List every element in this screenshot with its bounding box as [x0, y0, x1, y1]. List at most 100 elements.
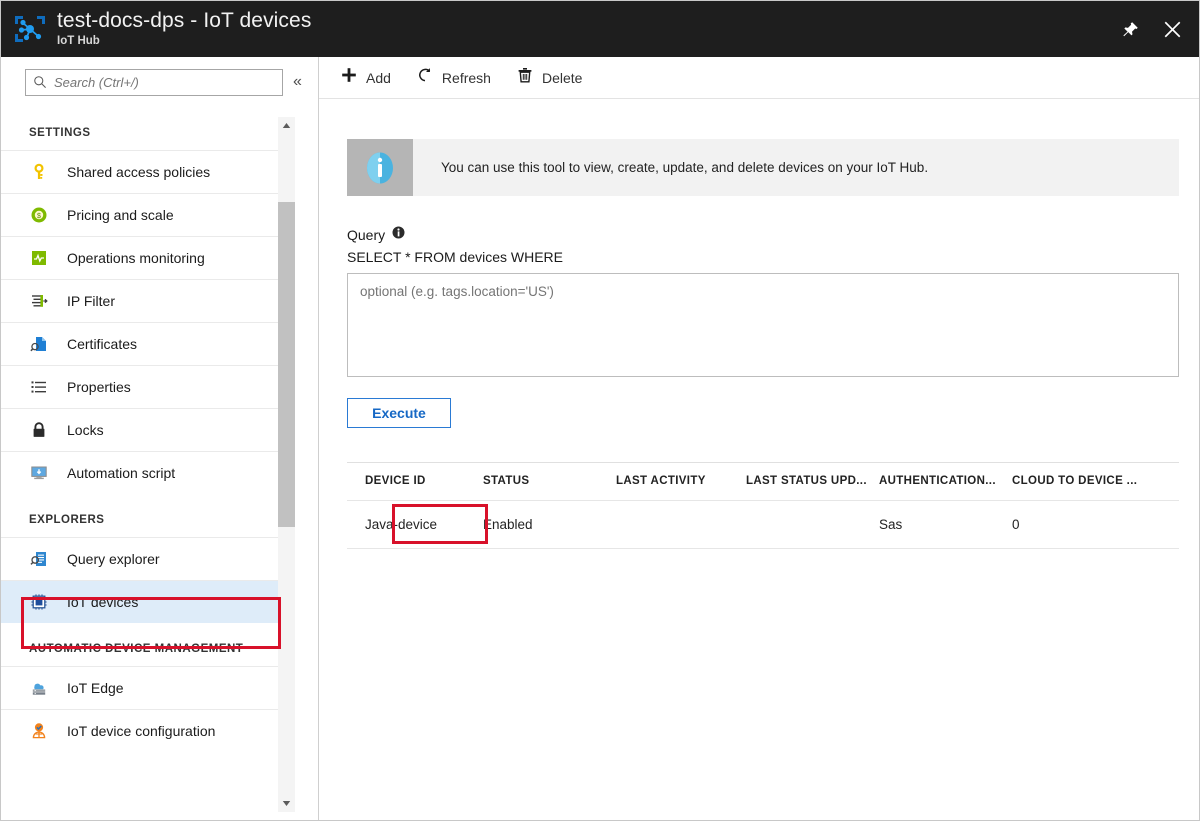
table-header-row: DEVICE ID STATUS LAST ACTIVITY LAST STAT…	[347, 463, 1179, 501]
sidebar-scrollbar-thumb[interactable]	[278, 202, 295, 527]
sidebar-item-iot-edge[interactable]: IoT Edge	[1, 666, 279, 709]
devices-table: DEVICE ID STATUS LAST ACTIVITY LAST STAT…	[347, 462, 1179, 549]
add-button[interactable]: Add	[341, 62, 391, 94]
scroll-up-arrow-icon[interactable]	[278, 117, 295, 134]
add-button-label: Add	[366, 70, 391, 86]
scroll-down-arrow-icon[interactable]	[278, 795, 295, 812]
sidebar-item-ip-filter[interactable]: IP Filter	[1, 279, 279, 322]
info-banner: You can use this tool to view, create, u…	[347, 139, 1179, 196]
query-label-row: Query	[347, 226, 1179, 244]
column-header-authentication[interactable]: AUTHENTICATION...	[879, 463, 1012, 501]
sidebar-item-label: Automation script	[67, 466, 175, 480]
certificate-icon	[29, 334, 49, 354]
sidebar-item-iot-device-configuration[interactable]: IoT device configuration	[1, 709, 279, 752]
sidebar: « SETTINGS	[1, 57, 319, 821]
iot-edge-icon	[29, 678, 49, 698]
sidebar-nav-list: SETTINGS Shared access policies	[1, 107, 279, 752]
iot-hub-icon	[13, 12, 47, 46]
key-icon	[29, 162, 49, 182]
sidebar-item-automation-script[interactable]: Automation script	[1, 451, 279, 494]
price-tag-icon: $	[29, 205, 49, 225]
sidebar-item-label: IoT device configuration	[67, 724, 215, 738]
search-box[interactable]	[25, 69, 283, 96]
sidebar-item-certificates[interactable]: Certificates	[1, 322, 279, 365]
sidebar-item-properties[interactable]: Properties	[1, 365, 279, 408]
column-header-cloud-to-device[interactable]: CLOUD TO DEVICE ...	[1012, 463, 1179, 501]
sidebar-item-query-explorer[interactable]: Query explorer	[1, 537, 279, 580]
column-header-last-activity[interactable]: LAST ACTIVITY	[616, 463, 746, 501]
execute-button[interactable]: Execute	[347, 398, 451, 428]
sidebar-item-label: Locks	[67, 423, 104, 437]
azure-portal-blade: test-docs-dps - IoT devices IoT Hub	[0, 0, 1200, 821]
sidebar-item-label: Pricing and scale	[67, 208, 174, 222]
info-circle-icon	[347, 139, 413, 196]
filter-icon	[29, 291, 49, 311]
sidebar-scrollbar[interactable]	[278, 117, 295, 812]
title-text-group: test-docs-dps - IoT devices IoT Hub	[57, 9, 311, 49]
query-explorer-icon	[29, 549, 49, 569]
command-toolbar: Add Refresh	[319, 57, 1200, 99]
sidebar-item-label: Certificates	[67, 337, 137, 351]
sidebar-item-label: Operations monitoring	[67, 251, 205, 265]
info-icon[interactable]	[392, 226, 405, 244]
query-label: Query	[347, 227, 385, 243]
refresh-button-label: Refresh	[442, 70, 491, 86]
sidebar-nav: SETTINGS Shared access policies	[1, 107, 319, 821]
sidebar-search-row: «	[1, 57, 318, 107]
sidebar-section-automatic-device-management: AUTOMATIC DEVICE MANAGEMENT	[1, 623, 279, 666]
sidebar-item-label: IP Filter	[67, 294, 115, 308]
sidebar-item-locks[interactable]: Locks	[1, 408, 279, 451]
cell-last-status-update	[746, 501, 879, 549]
query-sql-prefix: SELECT * FROM devices WHERE	[347, 249, 1179, 265]
sidebar-section-settings: SETTINGS	[1, 107, 279, 150]
info-banner-text: You can use this tool to view, create, u…	[441, 160, 928, 175]
cell-last-activity	[616, 501, 746, 549]
refresh-icon	[417, 67, 433, 88]
sidebar-item-label: IoT Edge	[67, 681, 124, 695]
refresh-button[interactable]: Refresh	[417, 62, 491, 94]
sidebar-item-iot-devices[interactable]: IoT devices	[1, 580, 279, 623]
plus-icon	[341, 67, 357, 88]
close-icon[interactable]	[1159, 16, 1185, 42]
cell-device-id[interactable]: Java-device	[347, 501, 483, 549]
cell-authentication: Sas	[879, 501, 1012, 549]
page-title: test-docs-dps - IoT devices	[57, 9, 311, 33]
automation-script-icon	[29, 463, 49, 483]
devices-table-wrap: DEVICE ID STATUS LAST ACTIVITY LAST STAT…	[347, 462, 1179, 549]
search-icon	[33, 75, 47, 89]
delete-button[interactable]: Delete	[517, 62, 582, 94]
devices-table-head: DEVICE ID STATUS LAST ACTIVITY LAST STAT…	[347, 463, 1179, 501]
sidebar-item-label: Query explorer	[67, 552, 160, 566]
main-content: You can use this tool to view, create, u…	[319, 99, 1200, 549]
sidebar-item-label: Properties	[67, 380, 131, 394]
sidebar-section-explorers: EXPLORERS	[1, 494, 279, 537]
device-configuration-icon	[29, 721, 49, 741]
column-header-status[interactable]: STATUS	[483, 463, 616, 501]
page-subtitle: IoT Hub	[57, 34, 311, 49]
table-row[interactable]: Java-device Enabled Sas 0	[347, 501, 1179, 549]
sidebar-item-pricing-and-scale[interactable]: $ Pricing and scale	[1, 193, 279, 236]
blade-body: « SETTINGS	[1, 57, 1200, 821]
sidebar-item-operations-monitoring[interactable]: Operations monitoring	[1, 236, 279, 279]
sidebar-item-shared-access-policies[interactable]: Shared access policies	[1, 150, 279, 193]
sidebar-item-label: Shared access policies	[67, 165, 210, 179]
title-bar-actions	[1117, 16, 1200, 42]
title-bar: test-docs-dps - IoT devices IoT Hub	[1, 1, 1200, 57]
list-icon	[29, 377, 49, 397]
lock-icon	[29, 420, 49, 440]
main-panel: Add Refresh	[319, 57, 1200, 821]
sidebar-item-label: IoT devices	[67, 595, 138, 609]
query-input[interactable]	[347, 273, 1179, 377]
chevron-double-left-icon[interactable]: «	[293, 74, 302, 90]
search-input[interactable]	[54, 75, 254, 90]
trash-icon	[517, 67, 533, 88]
devices-table-body: Java-device Enabled Sas 0	[347, 501, 1179, 549]
cell-status: Enabled	[483, 501, 616, 549]
column-header-device-id[interactable]: DEVICE ID	[347, 463, 483, 501]
column-header-last-status-update[interactable]: LAST STATUS UPD...	[746, 463, 879, 501]
pin-icon[interactable]	[1117, 16, 1143, 42]
chip-icon	[29, 592, 49, 612]
info-banner-text-wrap: You can use this tool to view, create, u…	[413, 139, 1179, 196]
monitoring-icon	[29, 248, 49, 268]
cell-cloud-to-device: 0	[1012, 501, 1179, 549]
